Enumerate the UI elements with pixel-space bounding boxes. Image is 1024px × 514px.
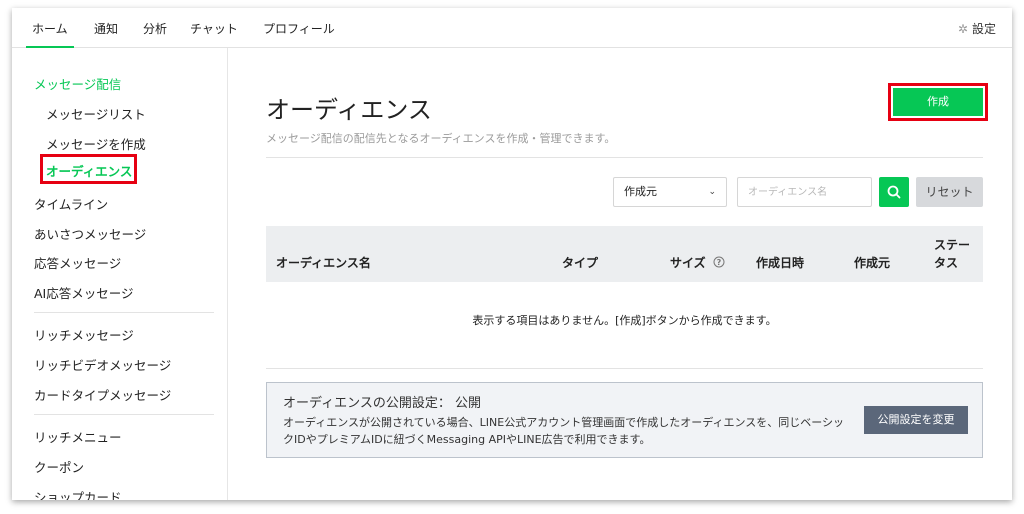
source-select[interactable]: 作成元 ⌄ [613,177,727,207]
tab-chat[interactable]: チャット [190,20,238,37]
column-header-status-line1: ステー [934,238,971,252]
column-header-source: 作成元 [854,256,891,270]
column-header-name: オーディエンス名 [276,256,371,270]
publish-settings-title: オーディエンスの公開設定： 公開 [283,396,481,411]
settings-link[interactable]: ✲ 設定 [958,20,996,37]
sidebar-item-audience[interactable]: オーディエンス [46,161,132,180]
chevron-down-icon: ⌄ [708,187,716,197]
column-header-created: 作成日時 [756,256,805,270]
table-divider [266,368,983,369]
sidebar-item-timeline[interactable]: タイムライン [34,194,108,213]
sidebar-item-rich-video-message[interactable]: リッチビデオメッセージ [34,355,171,374]
column-header-size: サイズ ? [670,254,725,271]
search-button[interactable] [879,177,909,207]
sidebar-divider [34,414,214,415]
sidebar-item-coupon[interactable]: クーポン [34,457,84,476]
sidebar: メッセージ配信 メッセージリスト メッセージを作成 オーディエンス タイムライン… [12,48,228,500]
question-circle-icon[interactable]: ? [713,256,725,268]
search-icon [887,185,901,199]
sidebar-item-greeting-message[interactable]: あいさつメッセージ [34,224,146,243]
tab-analytics[interactable]: 分析 [143,20,167,37]
sidebar-item-rich-message[interactable]: リッチメッセージ [34,325,134,344]
sidebar-item-card-type-message[interactable]: カードタイプメッセージ [34,385,171,404]
sidebar-item-create-message[interactable]: メッセージを作成 [46,134,146,153]
create-button[interactable]: 作成 [893,88,983,116]
app-window: ホーム 通知 分析 チャット プロフィール ✲ 設定 メッセージ配信 メッセージリ… [12,8,1012,500]
top-nav: ホーム 通知 分析 チャット プロフィール ✲ 設定 [12,8,1012,48]
main-content: オーディエンス メッセージ配信の配信先となるオーディエンスを作成・管理できます。… [229,48,1012,500]
change-publish-settings-button[interactable]: 公開設定を変更 [864,406,968,434]
page-title: オーディエンス [266,96,432,124]
audience-name-input[interactable] [737,177,872,207]
publish-settings-text: オーディエンスが公開されている場合、LINE公式アカウント管理画面で作成したオー… [283,416,845,446]
tab-notifications[interactable]: 通知 [94,20,118,37]
page-description: メッセージ配信の配信先となるオーディエンスを作成・管理できます。 [266,132,616,145]
tab-home[interactable]: ホーム [26,20,74,48]
sidebar-item-shop-card[interactable]: ショップカード [34,487,122,500]
sidebar-item-ai-reply[interactable]: AI応答メッセージ [34,283,134,302]
table-header: オーディエンス名 タイプ サイズ ? 作成日時 作成元 ステー タス [266,226,983,282]
header-divider [266,157,983,158]
tab-profile[interactable]: プロフィール [263,20,335,37]
svg-text:?: ? [717,258,722,267]
publish-settings-panel: オーディエンスの公開設定： 公開 オーディエンスが公開されている場合、LINE公… [266,382,983,458]
sidebar-item-rich-menu[interactable]: リッチメニュー [34,427,122,446]
sidebar-item-message-list[interactable]: メッセージリスト [46,104,146,123]
column-header-type: タイプ [562,256,599,270]
gear-icon: ✲ [957,22,968,36]
source-select-value: 作成元 [624,185,657,198]
sidebar-item-auto-reply[interactable]: 応答メッセージ [34,253,121,272]
column-header-status-line2: タス [934,256,959,270]
sidebar-divider [34,312,214,313]
empty-state-message: 表示する項目はありません。[作成]ボタンから作成できます。 [472,314,777,327]
reset-button[interactable]: リセット [916,177,983,207]
sidebar-item-message-delivery[interactable]: メッセージ配信 [34,74,121,93]
settings-label: 設定 [971,22,996,36]
column-header-size-label: サイズ [670,256,706,270]
